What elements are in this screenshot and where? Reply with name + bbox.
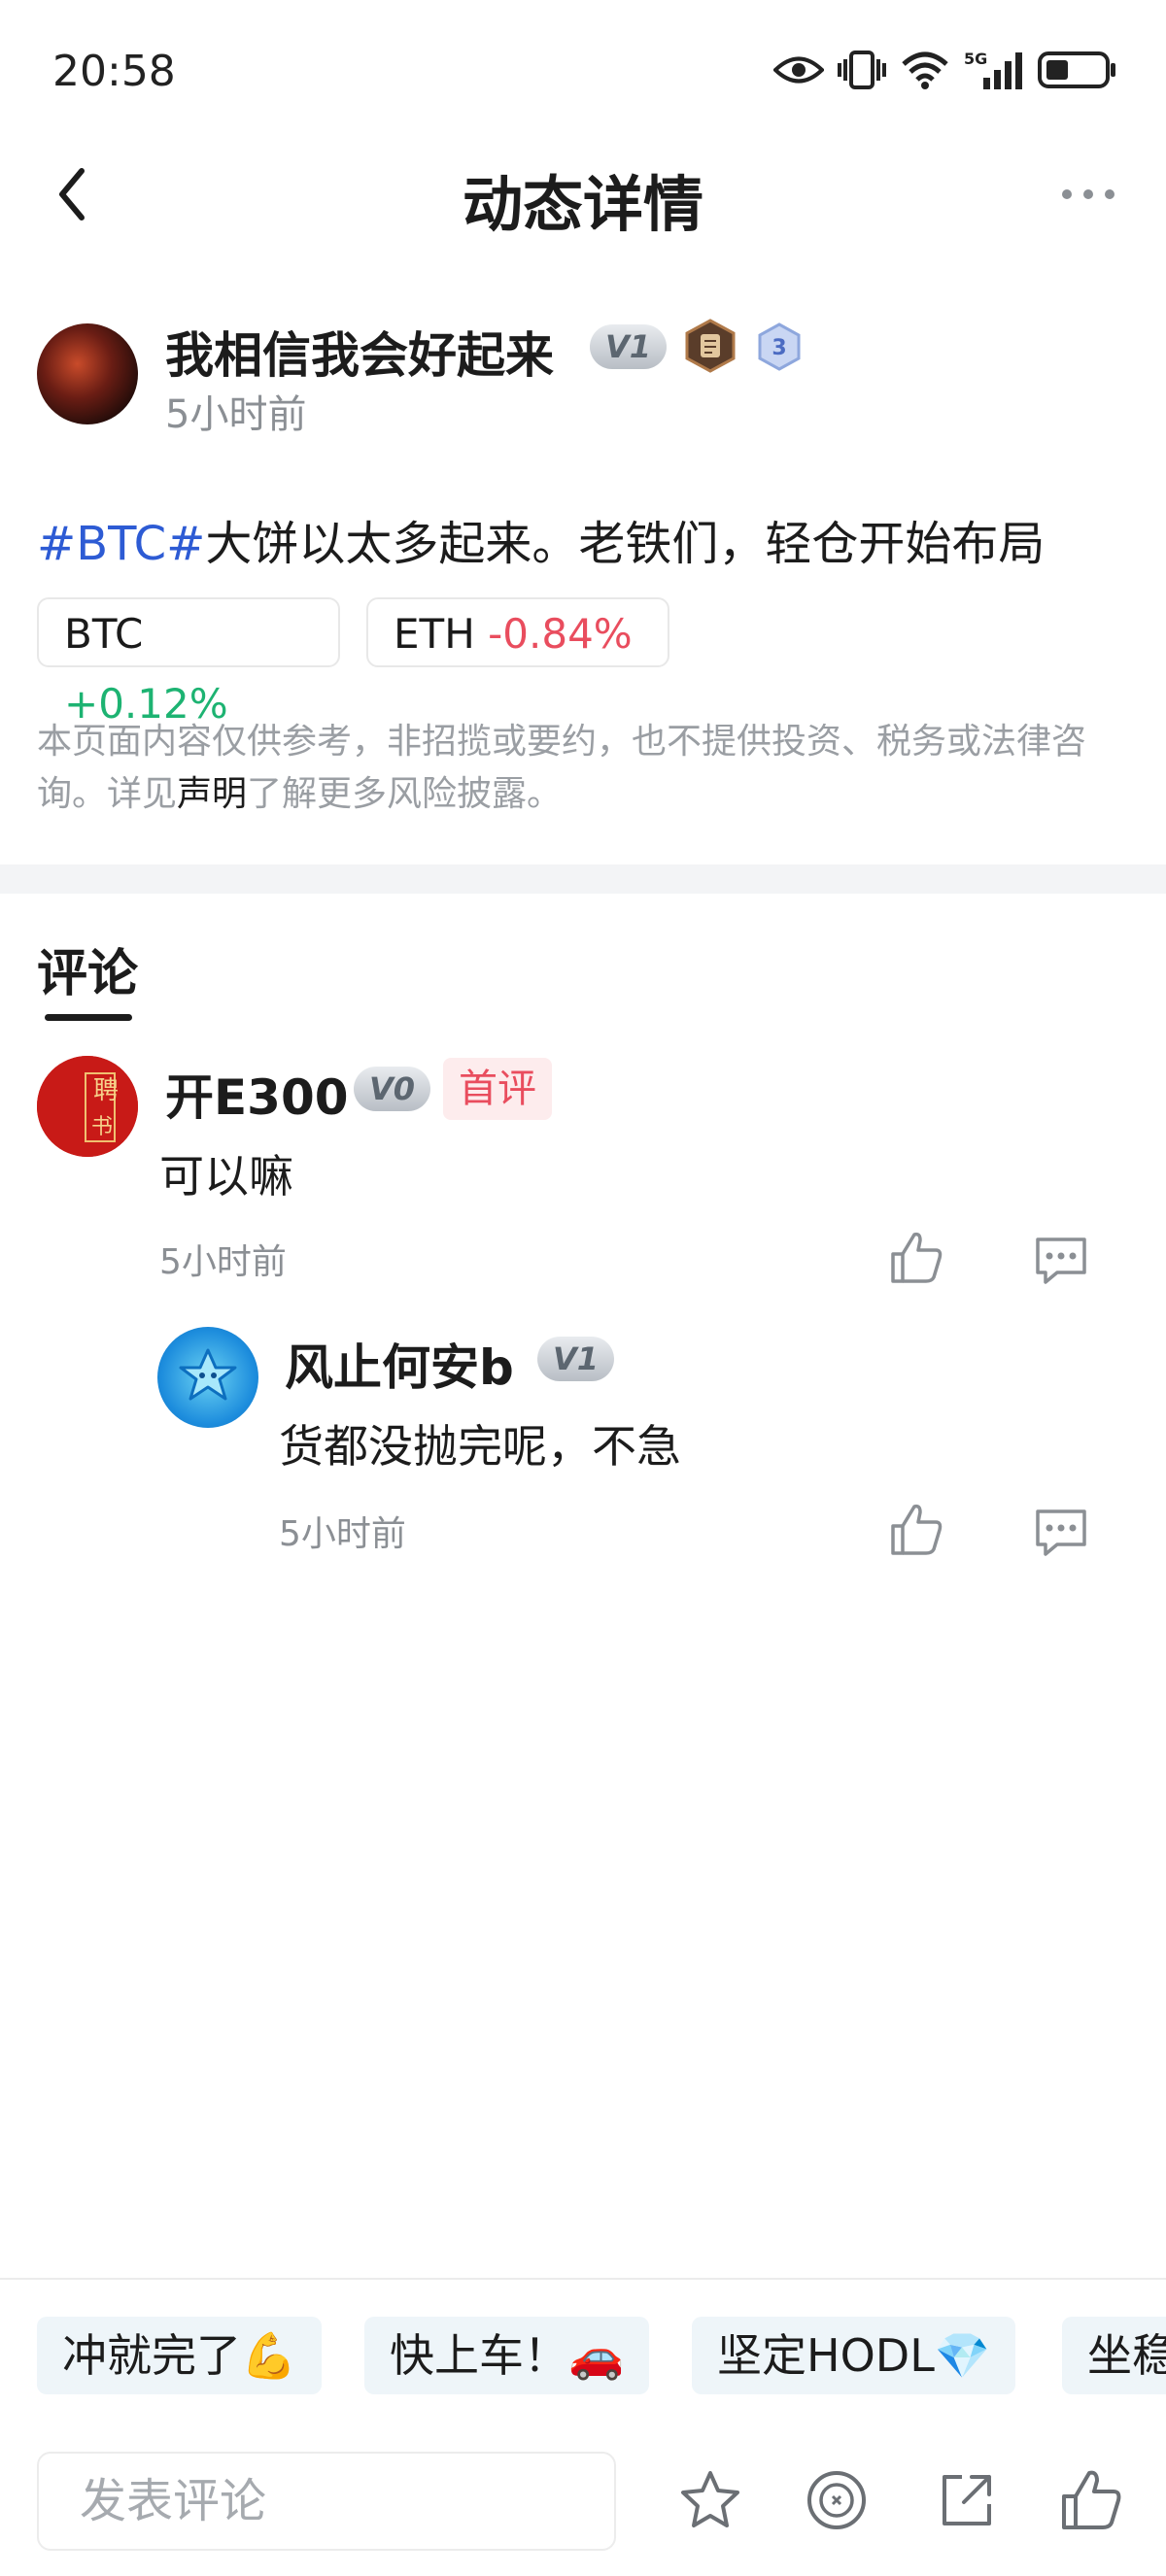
eye-icon bbox=[773, 56, 824, 84]
hashtag-link[interactable]: #BTC# bbox=[37, 517, 205, 571]
disclaimer-text-end: 了解更多风险披露。 bbox=[247, 774, 563, 814]
status-icons: 5G bbox=[773, 49, 1117, 91]
quick-reply-chip[interactable]: 坐稳 bbox=[1062, 2317, 1166, 2394]
reply-author-name[interactable]: 风止何安b bbox=[285, 1329, 514, 1399]
medal-icon bbox=[685, 319, 736, 373]
share-icon[interactable] bbox=[933, 2467, 999, 2533]
comment-input[interactable]: 发表评论 bbox=[37, 2452, 616, 2551]
level-badge: V0 bbox=[354, 1067, 431, 1111]
vibrate-icon bbox=[838, 51, 886, 89]
comment-time: 5小时前 bbox=[159, 1242, 287, 1282]
svg-text:3: 3 bbox=[772, 336, 786, 360]
reply-icon[interactable] bbox=[1032, 1232, 1090, 1290]
thumbs-up-icon[interactable] bbox=[887, 1501, 945, 1559]
coin-change: -0.84% bbox=[488, 610, 633, 658]
svg-text:书: 书 bbox=[91, 1115, 113, 1139]
status-time: 20:58 bbox=[52, 47, 176, 96]
more-dots-icon[interactable] bbox=[1059, 183, 1117, 206]
thumbs-up-icon[interactable] bbox=[1058, 2467, 1124, 2533]
first-comment-tag: 首评 bbox=[443, 1058, 552, 1120]
post-text: 大饼以太多起来。老铁们，轻仓开始布局 bbox=[205, 517, 1046, 571]
coin-symbol: ETH bbox=[394, 610, 475, 658]
thumbs-up-icon[interactable] bbox=[887, 1229, 945, 1287]
coin-chip-eth[interactable]: ETH -0.84% bbox=[366, 597, 669, 667]
disclaimer-link[interactable]: 声明 bbox=[177, 774, 247, 814]
rank-badge-icon: 3 bbox=[758, 322, 801, 371]
disclaimer: 本页面内容仅供参考，非招揽或要约，也不提供投资、税务或法律咨询。详见声明了解更多… bbox=[37, 716, 1135, 821]
coin-chip-btc[interactable]: BTC +0.12% bbox=[37, 597, 340, 728]
bottom-divider bbox=[0, 2278, 1166, 2280]
quick-reply-chip[interactable]: 坚定HODL💎 bbox=[692, 2317, 1016, 2394]
post-author-name[interactable]: 我相信我会好起来 bbox=[165, 317, 554, 387]
svg-text:5G: 5G bbox=[964, 50, 987, 68]
comment-avatar[interactable]: 聘 书 bbox=[37, 1056, 138, 1157]
avatar-image: 聘 书 bbox=[37, 1056, 138, 1157]
reply-text: 货都没抛完呢，不急 bbox=[279, 1420, 681, 1473]
post-content: #BTC#大饼以太多起来。老铁们，轻仓开始布局 bbox=[37, 505, 1045, 573]
post-time: 5小时前 bbox=[165, 392, 307, 437]
level-badge: V1 bbox=[590, 324, 668, 369]
avatar-image bbox=[179, 1348, 237, 1401]
reply-icon[interactable] bbox=[1032, 1504, 1090, 1562]
tab-underline bbox=[45, 1014, 132, 1021]
signal-5g-icon: 5G bbox=[964, 50, 1022, 89]
page-title: 动态详情 bbox=[462, 169, 703, 240]
battery-icon bbox=[1038, 51, 1115, 88]
svg-text:聘: 聘 bbox=[93, 1076, 119, 1105]
quick-reply-chip[interactable]: 快上车！🚗 bbox=[364, 2317, 650, 2394]
section-divider bbox=[0, 864, 1166, 894]
comment-text: 可以嘛 bbox=[159, 1150, 293, 1203]
level-badge: V1 bbox=[537, 1337, 615, 1381]
comments-tab[interactable]: 评论 bbox=[37, 932, 138, 1005]
comment-author-name[interactable]: 开E300 bbox=[165, 1059, 349, 1129]
quick-reply-chip[interactable]: 冲就完了💪 bbox=[37, 2317, 323, 2394]
star-icon[interactable] bbox=[677, 2467, 743, 2533]
reply-avatar[interactable] bbox=[157, 1327, 258, 1428]
reply-time: 5小时前 bbox=[279, 1514, 406, 1554]
coin-icon[interactable] bbox=[804, 2467, 870, 2533]
wifi-icon bbox=[902, 51, 948, 89]
post-author-avatar[interactable] bbox=[37, 323, 138, 424]
coin-symbol: BTC bbox=[64, 610, 144, 658]
